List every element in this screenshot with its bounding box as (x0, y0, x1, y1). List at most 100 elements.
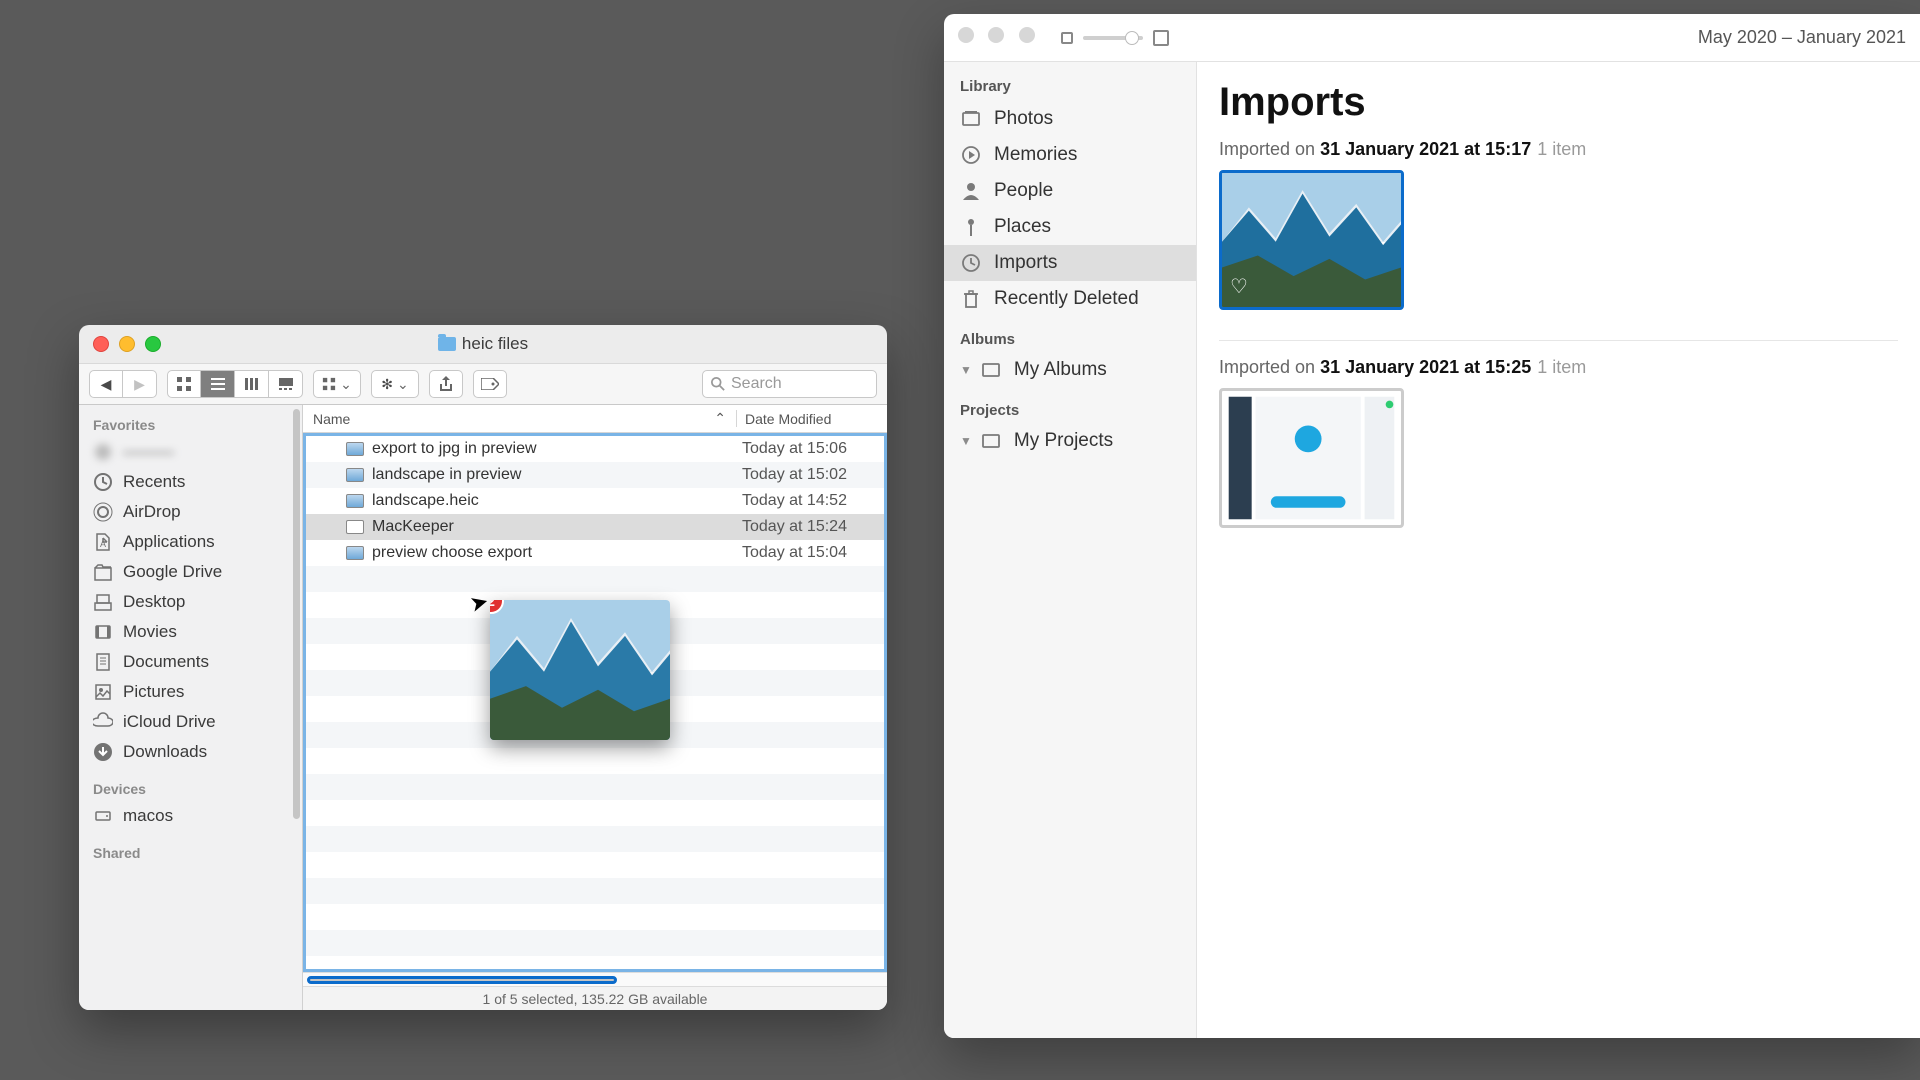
sidebar-item-recents[interactable]: Recents (79, 467, 302, 497)
svg-text:A: A (100, 539, 106, 549)
sidebar-item-movies[interactable]: Movies (79, 617, 302, 647)
file-date: Today at 15:24 (734, 518, 884, 536)
date-column-header[interactable]: Date Modified (737, 411, 887, 427)
sidebar-item-label: macos (123, 806, 173, 826)
column-view-button[interactable] (235, 370, 269, 398)
title-text: heic files (462, 334, 528, 354)
disclosure-icon[interactable]: ▼ (960, 363, 972, 377)
close-icon[interactable] (958, 27, 974, 43)
search-input[interactable]: Search (702, 370, 877, 398)
file-name: landscape in preview (372, 466, 521, 484)
share-button[interactable] (429, 370, 463, 398)
minimize-icon[interactable] (988, 27, 1004, 43)
date-range: May 2020 – January 2021 (1698, 27, 1906, 48)
import-count: 1 item (1537, 357, 1586, 377)
status-bar: 1 of 5 selected, 135.22 GB available (303, 986, 887, 1010)
zoom-large-icon[interactable] (1153, 30, 1169, 46)
sidebar-item-label: Movies (123, 622, 177, 642)
sidebar-icon (93, 682, 113, 702)
sidebar-item-label: Downloads (123, 742, 207, 762)
file-row[interactable]: MacKeeper Today at 15:24 (306, 514, 884, 540)
sidebar-item-downloads[interactable]: Downloads (79, 737, 302, 767)
projects-header: Projects (944, 388, 1196, 423)
import-date: 31 January 2021 at 15:17 (1320, 139, 1531, 159)
sidebar-item-label: Desktop (123, 592, 185, 612)
favorite-icon[interactable]: ♡ (1230, 274, 1248, 299)
drag-preview: 2 (490, 600, 670, 740)
gallery-view-button[interactable] (269, 370, 303, 398)
view-buttons (167, 370, 303, 398)
sidebar-item-airdrop[interactable]: AirDrop (79, 497, 302, 527)
finder-titlebar[interactable]: heic files (79, 325, 887, 363)
gear-icon: ✻ (381, 376, 393, 393)
disclosure-icon[interactable]: ▼ (960, 434, 972, 448)
photos-sidebar-people[interactable]: People (944, 173, 1196, 209)
sidebar-icon (960, 180, 982, 202)
file-name: MacKeeper (372, 518, 454, 536)
finder-window: heic files ◀ ▶ ⌄ (79, 325, 887, 1010)
zoom-icon[interactable] (1019, 27, 1035, 43)
sidebar-icon (960, 108, 982, 130)
import-date: 31 January 2021 at 15:25 (1320, 357, 1531, 377)
sidebar-device-macos[interactable]: macos (79, 801, 302, 831)
sidebar-item-label: Google Drive (123, 562, 222, 582)
sidebar-item-label: Documents (123, 652, 209, 672)
photos-sidebar-memories[interactable]: Memories (944, 137, 1196, 173)
sidebar-item-label: My Albums (1014, 359, 1107, 381)
file-name: preview choose export (372, 544, 532, 562)
photos-sidebar-photos[interactable]: Photos (944, 101, 1196, 137)
shared-header: Shared (79, 841, 302, 865)
page-title: Imports (1219, 80, 1898, 125)
sidebar-item-applications[interactable]: AApplications (79, 527, 302, 557)
photos-sidebar-imports[interactable]: Imports (944, 245, 1196, 281)
library-header: Library (944, 72, 1196, 101)
search-icon (711, 377, 725, 391)
sidebar-item-documents[interactable]: Documents (79, 647, 302, 677)
import-thumbnail[interactable] (1219, 388, 1404, 528)
sidebar-icon (93, 622, 113, 642)
file-row[interactable]: preview choose export Today at 15:04 (306, 540, 884, 566)
file-row[interactable]: landscape.heic Today at 14:52 (306, 488, 884, 514)
sidebar-item-icloud-drive[interactable]: iCloud Drive (79, 707, 302, 737)
sidebar-item-desktop[interactable]: Desktop (79, 587, 302, 617)
album-icon (980, 430, 1002, 452)
favorites-header: Favorites (79, 413, 302, 437)
horizontal-scrollbar[interactable] (303, 972, 887, 986)
sidebar-item-pictures[interactable]: Pictures (79, 677, 302, 707)
list-view-button[interactable] (201, 370, 235, 398)
photos-sidebar-places[interactable]: Places (944, 209, 1196, 245)
sidebar-item-———[interactable]: ——— (79, 437, 302, 467)
disk-icon (93, 806, 113, 826)
icon-view-button[interactable] (167, 370, 201, 398)
file-date: Today at 14:52 (734, 492, 884, 510)
file-date: Today at 15:04 (734, 544, 884, 562)
sort-asc-icon: ⌃ (714, 410, 726, 427)
sidebar-icon (93, 442, 113, 462)
file-row[interactable]: export to jpg in previewToday at 15:06 (306, 436, 884, 462)
sidebar-scrollbar[interactable] (293, 409, 300, 819)
zoom-slider[interactable] (1083, 36, 1143, 40)
action-button-group: ✻⌄ (371, 370, 419, 398)
sidebar-item-label: Pictures (123, 682, 184, 702)
file-date: Today at 15:02 (734, 466, 884, 484)
photos-sidebar-recently-deleted[interactable]: Recently Deleted (944, 281, 1196, 317)
finder-toolbar: ◀ ▶ ⌄ ✻⌄ (79, 363, 887, 405)
tag-icon (481, 378, 499, 390)
import-group-header: Imported on 31 January 2021 at 15:251 it… (1219, 357, 1898, 378)
arrange-button[interactable]: ⌄ (313, 370, 361, 398)
sidebar-icon (93, 562, 113, 582)
divider (1219, 340, 1898, 341)
zoom-small-icon[interactable] (1061, 32, 1073, 44)
album-my-albums[interactable]: ▼ My Albums (944, 352, 1196, 388)
sidebar-item-google-drive[interactable]: Google Drive (79, 557, 302, 587)
back-button[interactable]: ◀ (89, 370, 123, 398)
project-my-projects[interactable]: ▼My Projects (944, 423, 1196, 459)
name-column-header[interactable]: Name ⌃ (303, 410, 737, 427)
forward-button[interactable]: ▶ (123, 370, 157, 398)
tags-button[interactable] (473, 370, 507, 398)
file-row[interactable]: landscape in preview Today at 15:02 (306, 462, 884, 488)
import-thumbnail[interactable]: ♡ (1219, 170, 1404, 310)
photos-titlebar[interactable]: May 2020 – January 2021 (944, 14, 1920, 62)
action-button[interactable]: ✻⌄ (371, 370, 419, 398)
file-name: landscape.heic (372, 492, 479, 510)
